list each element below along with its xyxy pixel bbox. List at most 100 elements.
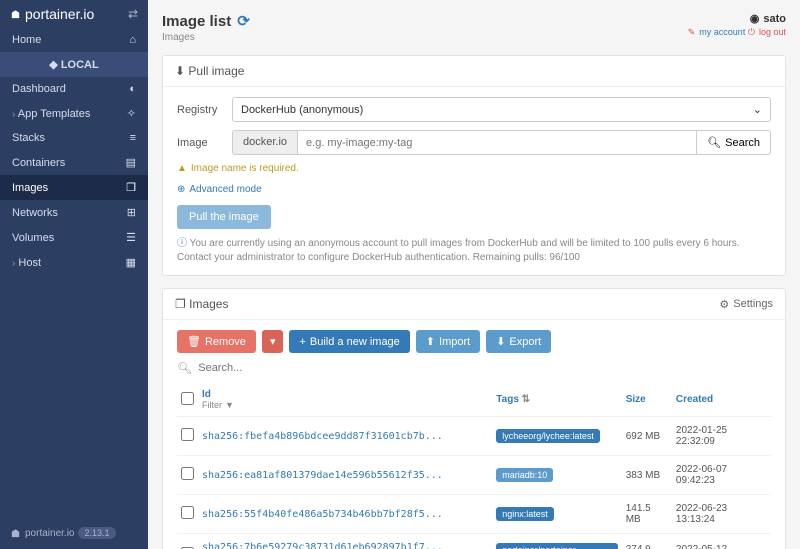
- table-row: sha256:7b6e59279c38731d61eb692897b1f7...…: [177, 534, 771, 549]
- swap-icon[interactable]: ⇄: [128, 7, 138, 21]
- table-row: sha256:fbefa4b896bdcee9dd87f31601cb7b...…: [177, 417, 771, 456]
- warning-icon: ▲: [177, 163, 187, 174]
- col-created[interactable]: Created: [672, 383, 771, 417]
- pull-image-button[interactable]: Pull the image: [177, 205, 271, 229]
- sidebar-item-images[interactable]: Images ❐: [0, 175, 148, 200]
- registry-label: Registry: [177, 104, 232, 116]
- image-id-link[interactable]: sha256:55f4b40fe486a5b734b46bb7bf28f5...: [202, 509, 443, 520]
- image-id-link[interactable]: sha256:ea81af801379dae14e596b55612f35...: [202, 470, 443, 481]
- build-image-button[interactable]: + Build a new image: [289, 330, 409, 353]
- brand-logo[interactable]: portainer.io: [10, 6, 94, 22]
- logout-icon: ⏻: [748, 27, 755, 37]
- image-id-link[interactable]: sha256:7b6e59279c38731d61eb692897b1f7...: [202, 542, 443, 549]
- image-label: Image: [177, 137, 232, 149]
- download-icon: ⬇: [175, 64, 185, 78]
- home-icon: ⌂: [129, 34, 136, 46]
- export-button[interactable]: ⬇ Export: [486, 330, 551, 353]
- my-account-link[interactable]: my account: [699, 27, 745, 37]
- trash-icon: 🗑: [187, 335, 201, 348]
- tag-badge: portainer/portainer-ce:latest: [496, 543, 617, 549]
- warning-msg: ▲ Image name is required.: [177, 163, 771, 174]
- created-cell: 2022-01-25 22:32:09: [672, 417, 771, 456]
- info-message: ⓘ You are currently using an anonymous a…: [177, 237, 771, 265]
- settings-link[interactable]: ⚙ Settings: [719, 298, 773, 311]
- table-row: sha256:55f4b40fe486a5b734b46bb7bf28f5...…: [177, 495, 771, 534]
- sort-icon: ⇅: [522, 394, 530, 405]
- created-cell: 2022-06-07 09:42:23: [672, 456, 771, 495]
- size-cell: 692 MB: [622, 417, 672, 456]
- user-menu[interactable]: ◉ sato: [688, 12, 786, 25]
- images-table: Id Filter ▼ Tags ⇅ Size Created sha256:f…: [177, 383, 771, 549]
- gear-icon: ⚙: [719, 298, 729, 311]
- network-icon: ⊞: [127, 206, 136, 219]
- image-prefix: docker.io: [232, 130, 297, 155]
- sidebar: portainer.io ⇄ Home ⌂ ◆ LOCAL Dashboard …: [0, 0, 148, 549]
- chevron-right-icon: ›: [12, 109, 15, 120]
- import-button[interactable]: ⬆ Import: [416, 330, 480, 353]
- sidebar-item-stacks[interactable]: Stacks ≡: [0, 126, 148, 150]
- plus-icon: +: [299, 336, 305, 348]
- version-badge: 2.13.1: [78, 527, 115, 539]
- breadcrumb: Images: [162, 32, 250, 43]
- tag-badge: nginx:latest: [496, 507, 554, 521]
- created-cell: 2022-05-12 10:57:57: [672, 534, 771, 549]
- globe-icon: ⊕: [177, 184, 185, 195]
- images-icon: ❐: [175, 297, 186, 311]
- sidebar-item-local[interactable]: ◆ LOCAL: [0, 52, 148, 77]
- volume-icon: ☰: [126, 231, 136, 244]
- local-icon: ◆: [49, 58, 57, 71]
- search-input[interactable]: [198, 362, 771, 374]
- size-cell: 274.9 MB: [622, 534, 672, 549]
- select-all-checkbox[interactable]: [181, 392, 194, 405]
- logout-link[interactable]: log out: [759, 27, 786, 37]
- col-size[interactable]: Size: [622, 383, 672, 417]
- advanced-mode-link[interactable]: ⊕ Advanced mode: [177, 184, 771, 195]
- sidebar-item-dashboard[interactable]: Dashboard ◐: [0, 77, 148, 101]
- download-icon: ⬇: [496, 335, 505, 348]
- remove-button[interactable]: 🗑 Remove: [177, 330, 256, 353]
- stack-icon: ≡: [130, 132, 136, 144]
- portainer-icon: [10, 528, 21, 539]
- sidebar-item-volumes[interactable]: Volumes ☰: [0, 225, 148, 250]
- page-title: Image list ⟳: [162, 12, 250, 30]
- search-button[interactable]: 🔍︎ Search: [697, 130, 771, 155]
- sidebar-footer: portainer.io 2.13.1: [0, 517, 148, 549]
- row-checkbox[interactable]: [181, 467, 194, 480]
- search-icon: 🔍︎: [707, 136, 721, 149]
- images-panel: ❐ Images ⚙ Settings 🗑 Remove ▾ + Build a…: [162, 288, 786, 549]
- refresh-icon[interactable]: ⟳: [237, 12, 250, 30]
- edit-icon: ✎: [688, 27, 696, 37]
- user-icon: ◉: [750, 12, 760, 25]
- sidebar-item-host[interactable]: › Host ▦: [0, 250, 148, 275]
- image-icon: ❐: [126, 181, 136, 194]
- brand-text: portainer.io: [25, 6, 94, 22]
- nav: Home ⌂ ◆ LOCAL Dashboard ◐ › App Templat…: [0, 28, 148, 517]
- tag-badge: mariadb:10: [496, 468, 553, 482]
- info-icon: ⓘ: [177, 238, 187, 249]
- search-icon: 🔍︎: [177, 361, 192, 375]
- col-id[interactable]: Id Filter ▼: [198, 383, 492, 417]
- main-content: Image list ⟳ Images ◉ sato ✎my account ⏻…: [148, 0, 800, 549]
- sidebar-item-home[interactable]: Home ⌂: [0, 28, 148, 52]
- image-id-link[interactable]: sha256:fbefa4b896bdcee9dd87f31601cb7b...: [202, 431, 443, 442]
- created-cell: 2022-06-23 13:13:24: [672, 495, 771, 534]
- table-row: sha256:ea81af801379dae14e596b55612f35...…: [177, 456, 771, 495]
- size-cell: 141.5 MB: [622, 495, 672, 534]
- row-checkbox[interactable]: [181, 506, 194, 519]
- filter-icon: ▼: [225, 400, 234, 410]
- remove-dropdown[interactable]: ▾: [262, 330, 284, 353]
- registry-select[interactable]: DockerHub (anonymous) ⌄: [232, 97, 771, 122]
- gauge-icon: ◐: [129, 83, 136, 95]
- tag-badge: lycheeorg/lychee:latest: [496, 429, 600, 443]
- sidebar-item-networks[interactable]: Networks ⊞: [0, 200, 148, 225]
- pull-image-panel: ⬇ Pull image Registry DockerHub (anonymo…: [162, 55, 786, 276]
- image-input[interactable]: [297, 130, 697, 155]
- upload-icon: ⬆: [426, 335, 435, 348]
- col-tags[interactable]: Tags ⇅: [492, 383, 621, 417]
- template-icon: ✧: [127, 107, 136, 120]
- host-icon: ▦: [126, 256, 136, 269]
- sidebar-item-app-templates[interactable]: › App Templates ✧: [0, 101, 148, 126]
- row-checkbox[interactable]: [181, 428, 194, 441]
- chevron-down-icon: ⌄: [753, 103, 762, 116]
- sidebar-item-containers[interactable]: Containers ▤: [0, 150, 148, 175]
